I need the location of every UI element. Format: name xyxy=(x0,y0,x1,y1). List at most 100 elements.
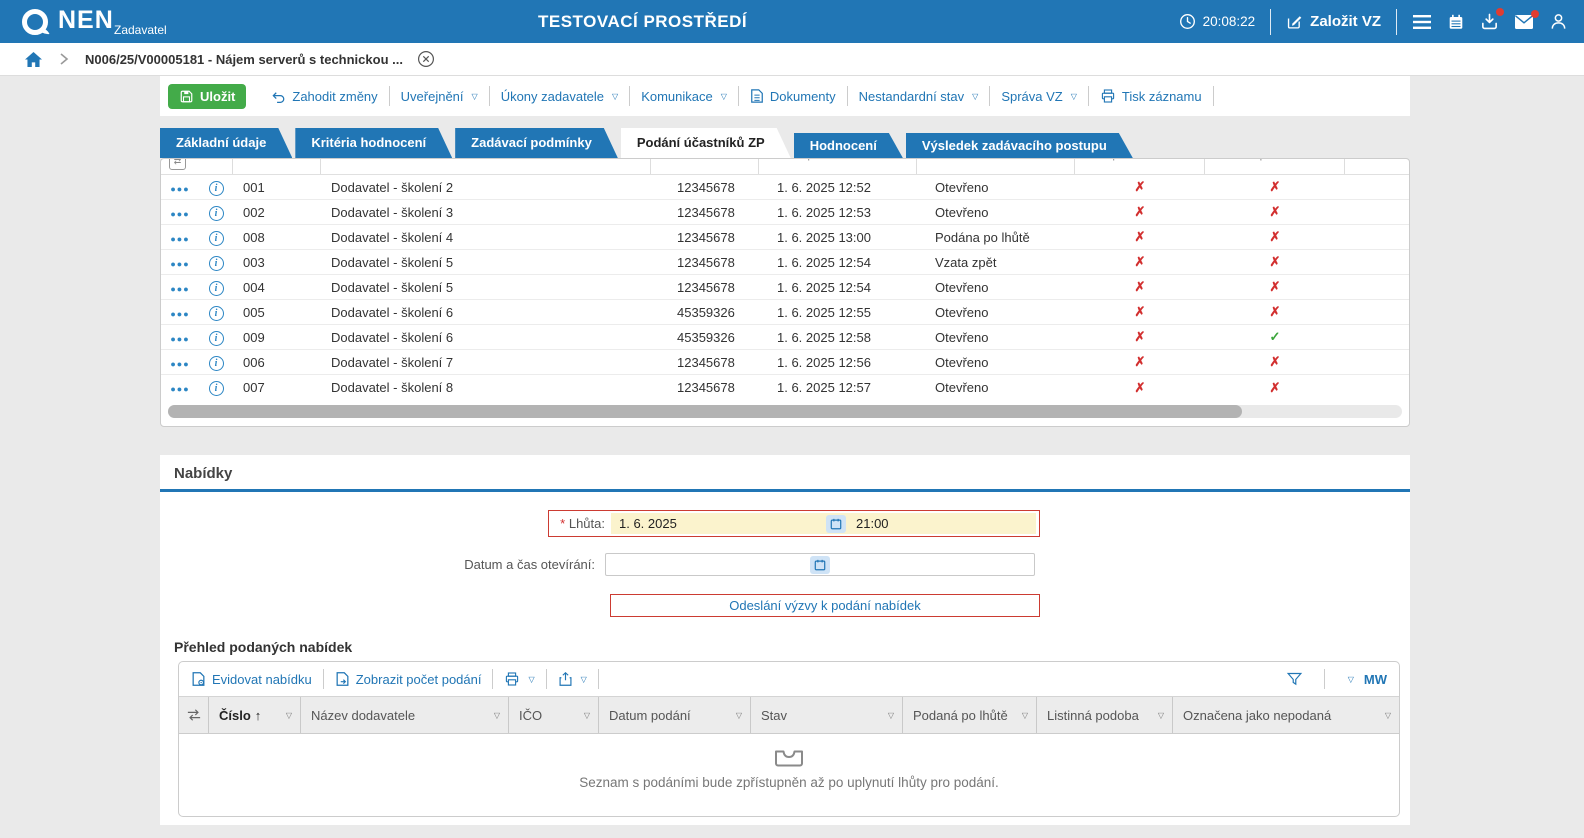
print-table-button[interactable]: ▽ xyxy=(504,671,534,687)
submission-row[interactable]: ●●●i003Dodavatel - školení 5123456781. 6… xyxy=(161,250,1409,275)
submission-row[interactable]: ●●●i004Dodavatel - školení 5123456781. 6… xyxy=(161,275,1409,300)
calendar-button[interactable] xyxy=(1447,13,1465,31)
column-header[interactable]: Stav▽ xyxy=(917,159,1075,174)
cell-supplier: Dodavatel - školení 4 xyxy=(321,230,651,245)
layout-code-button[interactable]: MW xyxy=(1364,672,1387,687)
notification-dot xyxy=(1531,10,1539,18)
horizontal-scrollbar[interactable] xyxy=(168,405,1402,418)
check-icon: ✓ xyxy=(1270,329,1281,344)
opening-date-input[interactable] xyxy=(609,557,810,572)
toolbar-separator xyxy=(1213,86,1214,106)
offers-section: Nabídky * Lhůta: 1. 6. 2025 21:00 Datum … xyxy=(160,455,1410,825)
tab-1[interactable]: Kritéria hodnocení xyxy=(295,128,452,158)
cell-supplier: Dodavatel - školení 5 xyxy=(321,280,651,295)
cell-supplier: Dodavatel - školení 6 xyxy=(321,305,651,320)
close-record-button[interactable] xyxy=(417,50,435,68)
export-table-button[interactable]: ▽ xyxy=(558,671,587,687)
column-header[interactable]: IČO▽ xyxy=(651,159,759,174)
row-actions-button[interactable]: ●●● xyxy=(170,184,189,194)
column-header[interactable]: Listinná podoba▽ xyxy=(1037,697,1173,733)
row-actions-button[interactable]: ●●● xyxy=(170,284,189,294)
save-button[interactable]: Uložit xyxy=(168,84,246,109)
tab-2[interactable]: Zadávací podmínky xyxy=(455,128,618,158)
column-header[interactable]: Listinná podoba▽ xyxy=(1205,159,1345,174)
main-menu-button[interactable] xyxy=(1412,14,1432,30)
tab-5[interactable]: Výsledek zadávacího postupu xyxy=(906,133,1133,158)
home-button[interactable] xyxy=(24,51,43,68)
cell-paper: ✗ xyxy=(1205,204,1345,220)
row-info-button[interactable]: i xyxy=(209,306,224,321)
column-header[interactable]: Číslo↑▽ xyxy=(209,697,301,733)
column-settings-header[interactable] xyxy=(179,697,209,733)
submission-row[interactable]: ●●●i006Dodavatel - školení 7123456781. 6… xyxy=(161,350,1409,375)
deadline-calendar-button[interactable] xyxy=(826,515,846,533)
submission-row[interactable]: ●●●i007Dodavatel - školení 8123456781. 6… xyxy=(161,375,1409,400)
row-actions-button[interactable]: ●●● xyxy=(170,309,189,319)
send-invitation-button[interactable]: Odeslání výzvy k podání nabídek xyxy=(610,594,1040,617)
column-header[interactable]: Stav▽ xyxy=(751,697,903,733)
layout-caret-icon[interactable]: ▽ xyxy=(1348,675,1354,684)
row-info-button[interactable]: i xyxy=(209,181,224,196)
row-actions-button[interactable]: ●●● xyxy=(170,384,189,394)
submission-row[interactable]: ●●●i009Dodavatel - školení 6453593261. 6… xyxy=(161,325,1409,350)
communication-menu-button[interactable]: Komunikace▽ xyxy=(641,89,727,104)
contracting-actions-menu-button[interactable]: Úkony zadavatele▽ xyxy=(501,89,619,104)
column-header[interactable]: Datum podání▽ xyxy=(599,697,751,733)
create-vz-button[interactable]: Založit VZ xyxy=(1286,13,1381,30)
submission-row[interactable]: ●●●i005Dodavatel - školení 6453593261. 6… xyxy=(161,300,1409,325)
column-header[interactable]: Podepsaná▽ xyxy=(1075,159,1205,174)
row-info-button[interactable]: i xyxy=(209,381,224,396)
messages-button[interactable] xyxy=(1514,14,1534,30)
submission-row[interactable]: ●●●i008Dodavatel - školení 4123456781. 6… xyxy=(161,225,1409,250)
row-actions-button[interactable]: ●●● xyxy=(170,209,189,219)
row-info-button[interactable]: i xyxy=(209,206,224,221)
app-name: NEN xyxy=(58,6,114,34)
column-header[interactable]: Datum podání▽ xyxy=(759,159,917,174)
manage-vz-menu-button[interactable]: Správa VZ▽ xyxy=(1001,89,1077,104)
downloads-button[interactable] xyxy=(1480,12,1499,31)
publish-menu-button[interactable]: Uveřejnění▽ xyxy=(401,89,478,104)
app-logo[interactable]: NEN Zadavatel xyxy=(20,7,114,37)
column-header[interactable]: Číslo▽ xyxy=(233,159,321,174)
column-header[interactable]: Označe▽ xyxy=(1345,159,1409,174)
register-offer-button[interactable]: Evidovat nabídku xyxy=(191,671,312,687)
documents-button[interactable]: Dokumenty xyxy=(750,88,836,104)
row-info-button[interactable]: i xyxy=(209,231,224,246)
tab-0[interactable]: Základní údaje xyxy=(160,128,292,158)
filter-button[interactable] xyxy=(1286,671,1303,687)
column-header[interactable]: Označena jako nepodaná▽ xyxy=(1173,697,1399,733)
sort-ascending-icon: ↑ xyxy=(255,708,262,723)
opening-calendar-button[interactable] xyxy=(810,556,830,574)
row-info-button[interactable]: i xyxy=(209,356,224,371)
submission-row[interactable]: ●●●i001Dodavatel - školení 2123456781. 6… xyxy=(161,175,1409,200)
nonstandard-state-menu-button[interactable]: Nestandardní stav▽ xyxy=(859,89,979,104)
opening-time-input[interactable] xyxy=(830,557,1031,572)
column-header[interactable]: IČO▽ xyxy=(509,697,599,733)
spacer xyxy=(257,86,258,106)
submission-row[interactable]: ●●●i002Dodavatel - školení 3123456781. 6… xyxy=(161,200,1409,225)
row-info-button[interactable]: i xyxy=(209,331,224,346)
row-actions-button[interactable]: ●●● xyxy=(170,234,189,244)
column-header[interactable]: Podaná po lhůtě▽ xyxy=(903,697,1037,733)
row-actions-button[interactable]: ●●● xyxy=(170,359,189,369)
deadline-time-input[interactable]: 21:00 xyxy=(846,516,1036,531)
cross-icon: ✗ xyxy=(1135,380,1146,395)
show-submission-count-button[interactable]: Zobrazit počet podání xyxy=(335,671,482,687)
row-actions-button[interactable]: ●●● xyxy=(170,259,189,269)
column-header[interactable]: Název dodavatele▽ xyxy=(301,697,509,733)
record-toolbar: Uložit Zahodit změny Uveřejnění▽ Úkony z… xyxy=(160,76,1410,116)
breadcrumb-item[interactable]: N006/25/V00005181 - Nájem serverů s tech… xyxy=(85,52,403,67)
tab-3[interactable]: Podání účastníků ZP xyxy=(621,128,791,158)
row-info-button[interactable]: i xyxy=(209,256,224,271)
cell-state: Otevřeno xyxy=(917,355,1075,370)
discard-changes-button[interactable]: Zahodit změny xyxy=(269,89,377,104)
deadline-date-input[interactable]: 1. 6. 2025 xyxy=(611,516,826,531)
row-actions-button[interactable]: ●●● xyxy=(170,334,189,344)
column-header[interactable]: Název dodavatele▽ xyxy=(321,159,651,174)
column-settings-header[interactable]: ⇄ xyxy=(161,159,233,174)
scrollbar-thumb[interactable] xyxy=(168,405,1242,418)
tab-4[interactable]: Hodnocení xyxy=(794,133,903,158)
user-profile-button[interactable] xyxy=(1549,12,1568,31)
row-info-button[interactable]: i xyxy=(209,281,224,296)
print-record-button[interactable]: Tisk záznamu xyxy=(1100,88,1202,104)
